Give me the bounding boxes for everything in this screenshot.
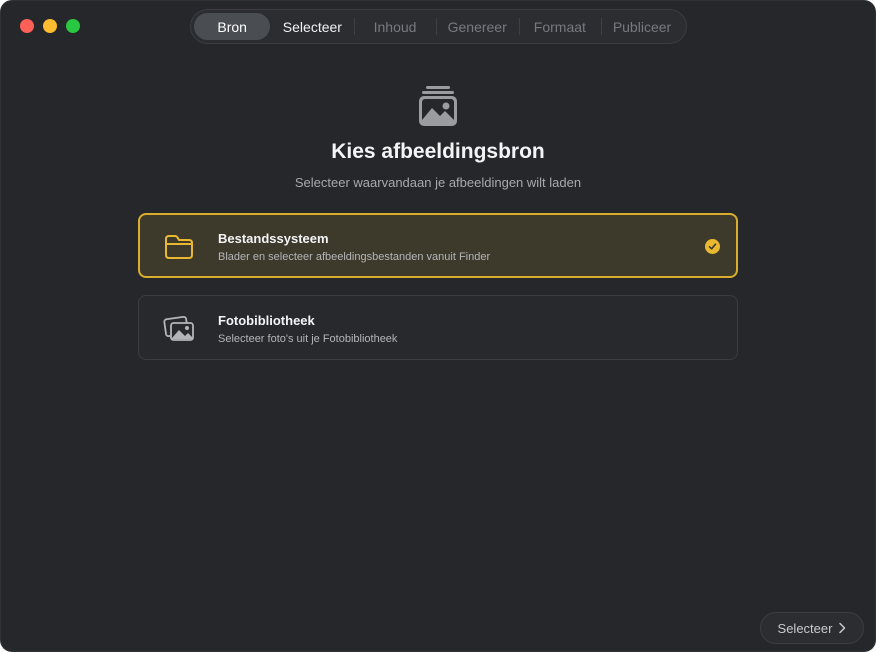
option-card-fotobibliotheek[interactable]: Fotobibliotheek Selecteer foto's uit je … xyxy=(138,295,738,360)
minimize-window-button[interactable] xyxy=(43,19,57,33)
option-card-bestandssysteem[interactable]: Bestandssysteem Blader en selecteer afbe… xyxy=(138,213,738,278)
next-step-button[interactable]: Selecteer xyxy=(760,612,864,644)
chevron-right-icon xyxy=(839,622,846,634)
photo-library-icon xyxy=(163,315,194,341)
step-navigation: Bron Selecteer Inhoud Genereer Formaat P… xyxy=(190,9,687,44)
next-step-label: Selecteer xyxy=(777,620,833,636)
folder-icon xyxy=(165,235,193,259)
app-window: Bron Selecteer Inhoud Genereer Formaat P… xyxy=(0,0,876,652)
zoom-window-button[interactable] xyxy=(66,19,80,33)
close-window-button[interactable] xyxy=(20,19,34,33)
checkmark-icon xyxy=(705,239,720,254)
option-description: Blader en selecteer afbeeldingsbestanden… xyxy=(218,251,491,263)
option-title: Fotobibliotheek xyxy=(218,313,315,328)
option-title: Bestandssysteem xyxy=(218,231,329,246)
window-controls xyxy=(20,19,80,33)
photo-stack-icon xyxy=(419,86,457,126)
step-tab-bron[interactable]: Bron xyxy=(194,13,271,40)
step-tab-selecteer[interactable]: Selecteer xyxy=(270,13,354,40)
step-tab-genereer[interactable]: Genereer xyxy=(435,13,519,40)
step-tab-inhoud[interactable]: Inhoud xyxy=(354,13,435,40)
page-title: Kies afbeeldingsbron xyxy=(331,140,545,163)
option-description: Selecteer foto's uit je Fotobibliotheek xyxy=(218,333,398,345)
page-subtitle: Selecteer waarvandaan je afbeeldingen wi… xyxy=(294,175,582,190)
step-tab-publiceer[interactable]: Publiceer xyxy=(601,13,683,40)
step-tab-formaat[interactable]: Formaat xyxy=(518,13,601,40)
